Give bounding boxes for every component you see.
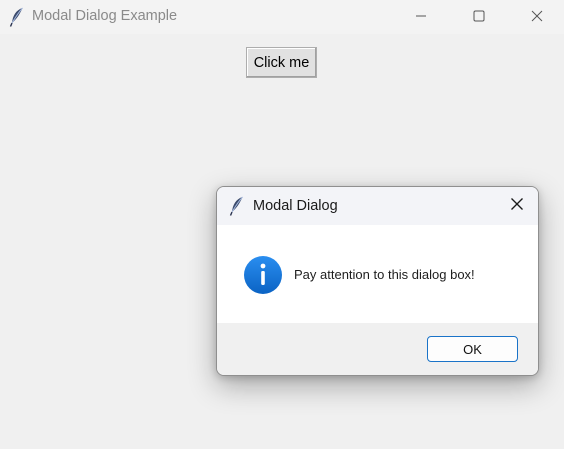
dialog-message: Pay attention to this dialog box! <box>294 267 475 282</box>
feather-icon <box>229 196 245 216</box>
minimize-button[interactable] <box>398 0 444 32</box>
dialog-title-bar[interactable]: Modal Dialog <box>217 187 538 225</box>
dialog-footer: OK <box>217 323 538 375</box>
dialog-title: Modal Dialog <box>253 198 338 214</box>
click-me-button[interactable]: Click me <box>246 47 317 78</box>
ok-button[interactable]: OK <box>427 336 518 362</box>
maximize-icon <box>473 10 485 22</box>
close-icon <box>531 10 543 22</box>
modal-dialog: Modal Dialog Pay attention to this dialo… <box>216 186 539 376</box>
maximize-button[interactable] <box>456 0 502 32</box>
minimize-icon <box>415 10 427 22</box>
info-icon <box>243 255 283 295</box>
close-button[interactable] <box>514 0 560 32</box>
feather-icon <box>9 7 25 27</box>
dialog-close-button[interactable] <box>502 191 532 221</box>
title-bar[interactable]: Modal Dialog Example <box>0 0 564 34</box>
close-icon <box>510 197 524 216</box>
window-title: Modal Dialog Example <box>32 8 178 24</box>
dialog-body: Pay attention to this dialog box! <box>217 225 538 323</box>
